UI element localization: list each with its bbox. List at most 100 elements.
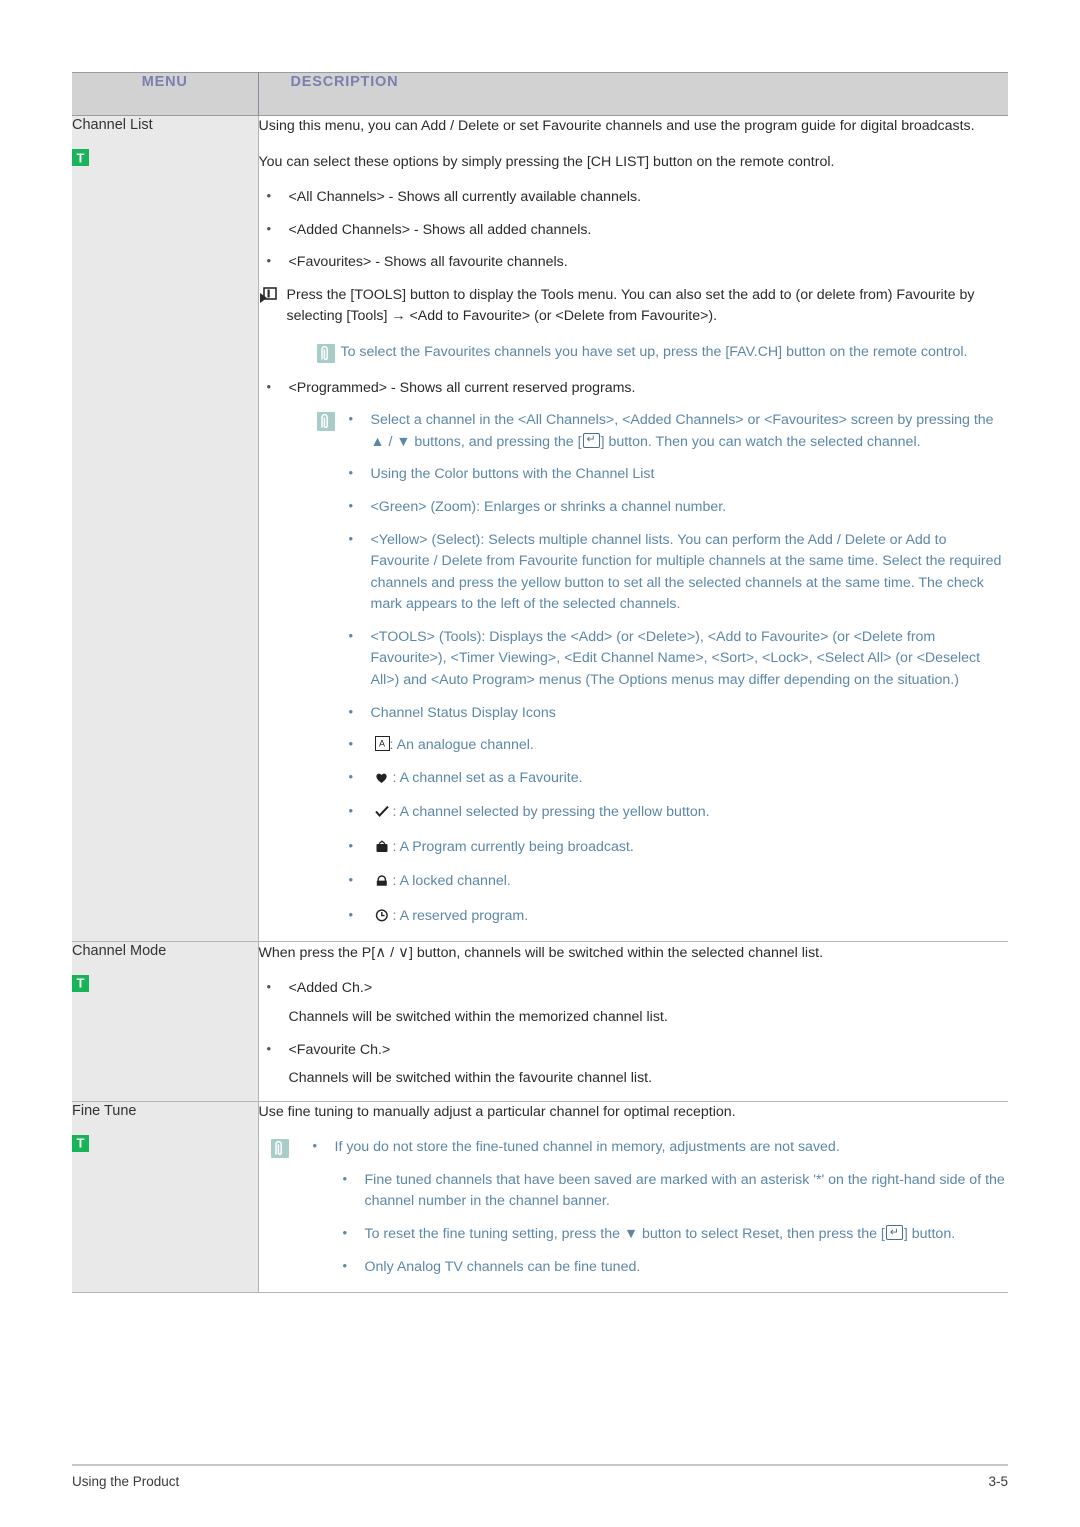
list-item: <Favourite Ch.> Channels will be switche… [259,1039,1009,1090]
channel-list-options: <All Channels> - Shows all currently ava… [259,186,1009,274]
status-label: : A channel selected by pressing the yel… [392,804,710,821]
list-item: Using the Color buttons with the Channel… [341,463,1009,486]
arrow-down-icon: ▼ [396,433,411,450]
list-item: : A locked channel. [341,870,1009,895]
description-cell-channel-mode: When press the P[∧ / ∨] button, channels… [258,941,1009,1102]
description-cell-channel-list: Using this menu, you can Add / Delete or… [258,115,1009,942]
list-item: <Added Ch.> Channels will be switched wi… [259,977,1009,1028]
channel-mode-item-desc: Channels will be switched within the fav… [288,1070,653,1087]
list-item: : A channel set as a Favourite. [341,767,1009,792]
tv-icon [375,839,393,861]
table-row-fine-tune: Fine Tune Use fine tuning to manually ad… [72,1101,1009,1293]
menu-title-fine-tune: Fine Tune [72,1102,137,1119]
chevron-down-icon: ∨ [398,943,410,961]
menu-description-table: MENU DESCRIPTION Channel List Using this… [72,72,1008,1293]
channel-list-status-heading-list: Channel Status Display Icons [341,702,1009,725]
list-item: To reset the fine tuning setting, press … [335,1223,1009,1246]
note-pencil-icon [316,412,335,432]
channel-mode-item-title: <Added Ch.> [288,980,373,997]
header-cell-menu: MENU [72,72,259,116]
dtv-badge-icon [72,149,89,167]
table-row-channel-list: Channel List Using this menu, you can Ad… [72,115,1009,942]
status-label: : A channel set as a Favourite. [392,769,583,786]
channel-list-select-line: You can select these options by simply p… [258,153,835,170]
list-item: <Added Channels> - Shows all added chann… [259,219,1009,242]
list-item: <Yellow> (Select): Selects multiple chan… [341,529,1009,616]
channel-mode-item-title: <Favourite Ch.> [288,1041,391,1058]
arrow-down-icon: ▼ [623,1226,639,1243]
footer-divider [72,1464,1008,1466]
channel-status-icon-list: : An analogue channel. : A channel set a… [341,734,1009,930]
channel-mode-intro: When press the P[∧ / ∨] button, channels… [259,942,1009,965]
channel-list-fav-note: To select the Favourites channels you ha… [340,344,968,361]
footer-chapter-label: Using the Product [72,1474,180,1489]
fine-tune-note-row: If you do not store the fine-tuned chann… [259,1136,1009,1279]
channel-mode-intro-b: / [386,944,399,961]
fine-tune-note-list-first: If you do not store the fine-tuned chann… [305,1136,1009,1159]
channel-list-select-note-list: Select a channel in the <All Channels>, … [341,409,1009,486]
list-item: <Green> (Zoom): Enlarges or shrinks a ch… [341,496,1009,519]
fine-tune-reset-a: To reset the fine tuning setting, press … [364,1226,624,1243]
boxed-a-icon [374,736,390,752]
tools-icon [259,287,278,305]
channel-mode-intro-c: ] button, channels will be switched with… [409,944,824,961]
chevron-up-icon: ∧ [375,943,387,961]
fine-tune-note-list-rest: Fine tuned channels that have been saved… [335,1169,1009,1279]
status-label: : A Program currently being broadcast. [392,838,634,855]
menu-title-channel-list: Channel List [72,117,153,133]
fine-tune-reset-b: button to select Reset, then press the [ [638,1226,885,1243]
header-cell-description: DESCRIPTION [258,72,1008,116]
select-note-part-c: buttons, and pressing the [ [410,433,582,450]
footer-page-number: 3-5 [988,1474,1008,1489]
enter-key-icon [582,432,600,448]
status-label: : A locked channel. [392,873,511,890]
description-cell-fine-tune: Use fine tuning to manually adjust a par… [258,1101,1009,1293]
header-label-description: DESCRIPTION [290,74,399,90]
channel-list-intro: Using this menu, you can Add / Delete or… [258,118,975,134]
select-note-part-b: / [384,433,397,450]
clock-icon [375,908,393,930]
note-pencil-icon [270,1139,289,1159]
table-body: Channel List Using this menu, you can Ad… [72,115,1009,1293]
menu-cell-fine-tune: Fine Tune [72,1101,259,1293]
channel-list-select-note-row: Select a channel in the <All Channels>, … [295,409,1009,930]
dtv-badge-icon [72,1134,89,1152]
heart-icon [375,770,393,792]
menu-cell-channel-list: Channel List [72,115,259,942]
list-item: Only Analog TV channels can be fine tune… [335,1256,1009,1279]
table-row-channel-mode: Channel Mode When press the P[∧ / ∨] but… [72,941,1009,1102]
menu-cell-channel-mode: Channel Mode [72,941,259,1102]
arrow-up-icon: ▲ [370,433,385,450]
list-item: Channel Status Display Icons [341,702,1009,725]
channel-list-fav-note-row: To select the Favourites channels you ha… [295,342,1009,364]
channel-mode-items: <Added Ch.> Channels will be switched wi… [259,977,1009,1090]
list-item: Fine tuned channels that have been saved… [335,1169,1009,1213]
header-label-menu: MENU [141,74,188,90]
note-pencil-icon [316,344,335,364]
list-item: : A channel selected by pressing the yel… [341,801,1009,826]
channel-list-tools-note: Press the [TOOLS] button to display the … [286,286,975,325]
list-item: <Programmed> - Shows all current reserve… [259,377,1009,400]
status-label: : A reserved program. [392,908,529,925]
fine-tune-reset-c: ] button. [903,1226,956,1243]
select-note-part-a: Select a channel in the <All Channels>, … [370,412,994,429]
check-icon [374,804,393,826]
menu-title-channel-mode: Channel Mode [72,942,167,959]
status-label: : An analogue channel. [389,737,534,754]
list-item: <All Channels> - Shows all currently ava… [259,186,1009,209]
table-header-row: MENU DESCRIPTION [72,72,1008,116]
list-item: Select a channel in the <All Channels>, … [341,409,1009,453]
lock-icon [375,873,393,895]
dtv-badge-icon [72,974,89,992]
fine-tune-intro: Use fine tuning to manually adjust a par… [258,1103,736,1120]
list-item: : An analogue channel. [341,734,1009,757]
channel-list-color-buttons: <Green> (Zoom): Enlarges or shrinks a ch… [341,496,1009,692]
list-item: <TOOLS> (Tools): Displays the <Add> (or … [341,626,1009,692]
enter-key-icon [885,1225,903,1241]
list-item: <Favourites> - Shows all favourite chann… [259,251,1009,274]
channel-mode-item-desc: Channels will be switched within the mem… [288,1008,668,1025]
page-footer: Using the Product 3-5 [72,1474,1008,1489]
document-page: MENU DESCRIPTION Channel List Using this… [0,0,1080,1527]
select-note-part-d: ] button. Then you can watch the selecte… [600,433,921,450]
list-item: : A reserved program. [341,905,1009,930]
